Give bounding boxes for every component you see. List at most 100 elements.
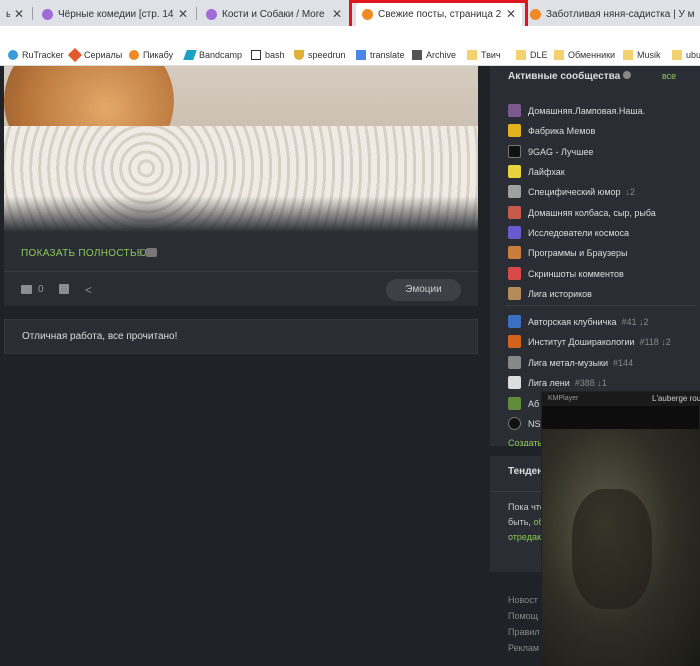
bookmark-label: Bandcamp (199, 50, 243, 60)
close-icon[interactable]: ✕ (14, 7, 24, 21)
kmplayer-titlebar[interactable]: KMPlayer L'auberge rou (542, 392, 700, 406)
pikabu-icon (129, 50, 139, 60)
community-item[interactable]: Программы и Браузеры (508, 246, 627, 259)
tab-4[interactable]: Заботливая няня-садистка | У м (524, 2, 700, 26)
tab-2[interactable]: Кости и Собаки / More Dogs Th ✕ (200, 2, 348, 26)
folder-icon (516, 50, 526, 60)
community-item[interactable]: Институт Доширакологии #118 ↓2 (508, 335, 671, 348)
footer-link-rules[interactable]: Правил (508, 624, 540, 640)
bookmark-folder-dle[interactable]: DLE (516, 50, 548, 60)
kmplayer-logo: KMPlayer (548, 395, 579, 402)
bookmark-folder-twitch[interactable]: Твич (467, 50, 501, 60)
community-meta: #144 (613, 357, 634, 368)
community-name: 9GAG - Лучшее (528, 146, 594, 157)
community-avatar (508, 104, 521, 117)
bookmarks-bar: RuTracker Сериалы Пикабу Bandcamp bash s… (0, 26, 700, 66)
share-icon[interactable]: < (85, 283, 92, 297)
bookmark-folder-obmenniki[interactable]: Обменники (554, 50, 615, 60)
folder-icon (623, 50, 633, 60)
image-fade (4, 196, 478, 232)
community-item[interactable]: 9GAG - Лучшее (508, 145, 593, 158)
folder-icon (554, 50, 564, 60)
trends-link-2[interactable]: отредак (508, 532, 541, 542)
kmplayer-window[interactable]: KMPlayer L'auberge rou (541, 391, 700, 666)
community-item[interactable]: Лайфхак (508, 165, 565, 178)
community-item[interactable]: NS (508, 417, 541, 430)
community-name: Институт Доширакологии (528, 336, 635, 347)
community-avatar (508, 226, 521, 239)
all-read-text: Отличная работа, все прочитано! (22, 331, 178, 342)
tab-separator (32, 7, 33, 20)
show-full-link[interactable]: ПОКАЗАТЬ ПОЛНОСТЬЮ (21, 248, 147, 259)
all-communities-link[interactable]: все (662, 71, 676, 81)
close-icon[interactable]: ✕ (332, 7, 342, 21)
community-meta: #388 ↓1 (574, 377, 607, 388)
community-name: Лига историков (528, 288, 592, 299)
footer-link-news[interactable]: Новост (508, 592, 540, 608)
community-avatar (508, 335, 521, 348)
video-figure (572, 489, 652, 609)
bookmark-bandcamp[interactable]: Bandcamp (183, 50, 243, 60)
community-name: NS (528, 418, 541, 429)
community-item[interactable]: Скриншоты комментов (508, 267, 624, 280)
community-name: Домашняя.Ламповая.Наша. (528, 105, 646, 116)
community-name: Программы и Браузеры (528, 247, 628, 258)
community-avatar (508, 206, 521, 219)
community-item[interactable]: Домашняя колбаса, сыр, рыба (508, 206, 656, 219)
bandcamp-icon (183, 50, 197, 60)
community-name: Лайфхак (528, 166, 565, 177)
save-icon[interactable] (59, 284, 69, 294)
community-avatar (508, 165, 521, 178)
community-meta: ↓2 (625, 186, 636, 197)
folder-icon (467, 50, 477, 60)
tab-0[interactable]: ый ✕ (0, 2, 30, 26)
community-item[interactable]: Аб (508, 397, 539, 410)
community-name: Домашняя колбаса, сыр, рыба (528, 207, 656, 218)
bookmark-label: bash (265, 50, 285, 60)
folder-icon (672, 50, 682, 60)
help-icon[interactable] (622, 71, 631, 79)
community-item[interactable]: Фабрика Мемов (508, 124, 595, 137)
archive-icon (412, 50, 422, 60)
bookmark-folder-ubu[interactable]: ubu (672, 50, 700, 60)
comment-count: 0 (38, 284, 44, 295)
bookmark-label: speedrun (308, 50, 346, 60)
camera-icon (146, 248, 157, 257)
bookmark-archive[interactable]: Archive (412, 50, 456, 60)
emotions-button[interactable]: Эмоции (386, 279, 461, 301)
community-avatar (508, 417, 521, 430)
bookmark-translate[interactable]: translate (356, 50, 405, 60)
community-item[interactable]: Исследователи космоса (508, 226, 629, 239)
community-name: Скриншоты комментов (528, 268, 624, 279)
community-item[interactable]: Специфический юмор ↓2 (508, 185, 635, 198)
bookmark-bash[interactable]: bash (251, 50, 285, 60)
community-avatar (508, 246, 521, 259)
community-name: Аб (528, 398, 540, 409)
communities-divider (506, 305, 696, 306)
community-item[interactable]: Домашняя.Ламповая.Наша. (508, 104, 645, 117)
footer-link-help[interactable]: Помощ (508, 608, 540, 624)
community-item[interactable]: Лига метал-музыки #144 (508, 356, 633, 369)
bookmark-rutracker[interactable]: RuTracker (8, 50, 64, 60)
video-frame[interactable] (542, 429, 700, 666)
tab-1[interactable]: Чёрные комедии [стр. 14] :: RuT ✕ (36, 2, 194, 26)
community-item[interactable]: Лига лени #388 ↓1 (508, 376, 607, 389)
bookmark-label: DLE (530, 50, 548, 60)
tab-title: Чёрные комедии [стр. 14] :: RuT (58, 8, 174, 20)
bookmark-folder-musik[interactable]: Musik (623, 50, 661, 60)
rutracker-favicon-icon (42, 8, 53, 20)
bookmark-speedrun[interactable]: speedrun (294, 50, 346, 60)
community-item[interactable]: Лига историков (508, 287, 592, 300)
community-item[interactable]: Авторская клубничка #41 ↓2 (508, 315, 649, 328)
bookmark-label: translate (370, 50, 405, 60)
community-name: Специфический юмор (528, 186, 621, 197)
post-divider (4, 271, 478, 272)
bookmark-pikabu[interactable]: Пикабу (129, 50, 173, 60)
comment-icon[interactable] (21, 285, 32, 294)
footer-link-ads[interactable]: Реклам (508, 640, 540, 656)
community-avatar (508, 287, 521, 300)
post-image[interactable] (4, 66, 478, 232)
close-icon[interactable]: ✕ (178, 7, 188, 21)
bookmark-serials[interactable]: Сериалы (67, 47, 122, 63)
community-name: Авторская клубничка (528, 316, 617, 327)
